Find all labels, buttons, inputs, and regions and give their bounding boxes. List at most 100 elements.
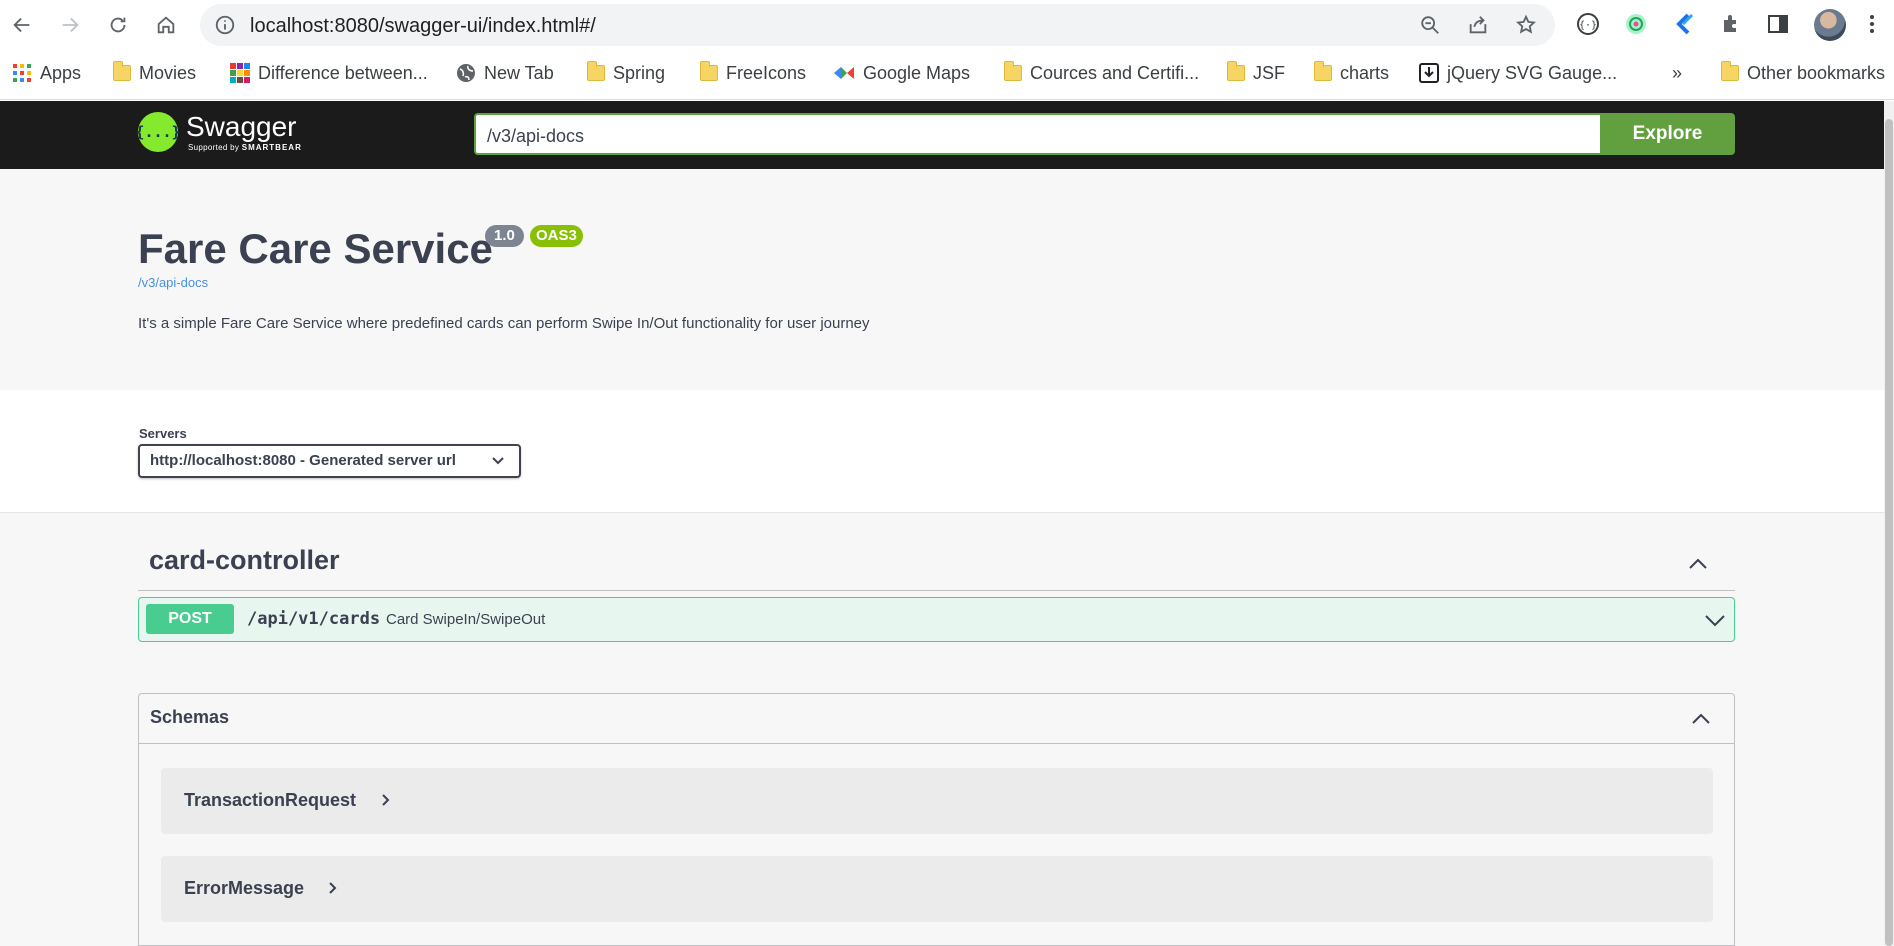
chevron-up-icon[interactable] xyxy=(1687,553,1709,575)
bookmarks-overflow-button[interactable]: » xyxy=(1672,60,1682,86)
bookmark-label: Cources and Certifi... xyxy=(1030,62,1200,83)
home-button[interactable] xyxy=(150,9,182,41)
folder-icon xyxy=(1004,61,1022,81)
folder-icon xyxy=(1314,61,1332,81)
chevron-up-icon[interactable] xyxy=(1690,708,1712,730)
bookmark-label: Google Maps xyxy=(863,62,971,83)
star-icon[interactable] xyxy=(1515,14,1537,36)
folder-icon xyxy=(700,61,718,81)
model-error-message[interactable]: ErrorMessage xyxy=(161,856,1713,922)
schemas-header[interactable]: Schemas xyxy=(139,694,1734,744)
bookmark-label: Apps xyxy=(40,62,82,83)
operation-path: /api/v1/cards xyxy=(247,609,381,629)
bookmark-difference[interactable]: Difference between... xyxy=(230,60,428,86)
folder-icon xyxy=(113,61,131,81)
chevron-down-icon xyxy=(492,457,504,465)
api-description: It's a simple Fare Care Service where pr… xyxy=(138,315,870,332)
bookmark-jquery-gauge[interactable]: jQuery SVG Gauge... xyxy=(1419,60,1617,86)
side-panel-icon[interactable] xyxy=(1764,10,1792,38)
spec-link[interactable]: /v3/api-docs xyxy=(138,275,208,290)
method-badge: POST xyxy=(146,604,234,634)
back-button[interactable] xyxy=(6,9,38,41)
logo-sub: Supported by SMARTBEAR xyxy=(188,143,302,152)
bookmark-movies[interactable]: Movies xyxy=(113,60,196,86)
chevron-right-icon xyxy=(382,794,390,806)
browser-chrome: localhost:8080/swagger-ui/index.html#/ {… xyxy=(0,0,1894,100)
bookmark-jsf[interactable]: JSF xyxy=(1227,60,1285,86)
bookmark-label: Spring xyxy=(613,62,666,83)
bookmark-apps[interactable]: Apps xyxy=(12,60,81,86)
info-section xyxy=(0,169,1884,390)
extension-k-icon[interactable] xyxy=(1670,10,1698,38)
apps-grid-icon xyxy=(13,64,31,82)
page-title: Fare Care Service xyxy=(138,225,493,272)
schemas-section: Schemas TransactionRequest ErrorMessage xyxy=(138,693,1735,946)
model-name: TransactionRequest xyxy=(184,790,357,810)
servers-select[interactable]: http://localhost:8080 - Generated server… xyxy=(138,444,521,478)
folder-icon xyxy=(1227,61,1245,81)
swagger-logo-icon: {...} xyxy=(135,112,181,152)
schemas-title: Schemas xyxy=(150,707,230,727)
info-icon[interactable] xyxy=(214,14,236,36)
bookmark-label: Difference between... xyxy=(258,62,428,83)
svg-text:{·}: {·} xyxy=(1579,20,1597,31)
bookmark-google-maps[interactable]: Google Maps xyxy=(833,60,970,86)
address-bar[interactable]: localhost:8080/swagger-ui/index.html#/ xyxy=(200,4,1555,46)
extension-braces-icon[interactable]: {·} xyxy=(1574,10,1602,38)
browser-toolbar: localhost:8080/swagger-ui/index.html#/ {… xyxy=(0,0,1894,50)
menu-kebab-icon[interactable] xyxy=(1858,10,1886,38)
chevron-double-right-icon: » xyxy=(1672,62,1683,83)
swagger-logo[interactable]: {...} Swagger Supported by SMARTBEAR xyxy=(135,110,302,152)
logo-word: Swagger xyxy=(186,110,297,142)
bookmark-spring[interactable]: Spring xyxy=(587,60,665,86)
url-text: localhost:8080/swagger-ui/index.html#/ xyxy=(250,15,596,37)
operation-post-cards[interactable]: POST /api/v1/cards Card SwipeIn/SwipeOut xyxy=(138,597,1735,642)
bookmark-cources[interactable]: Cources and Certifi... xyxy=(1004,60,1199,86)
bookmark-label: Movies xyxy=(139,62,197,83)
logo-sub-prefix: Supported by xyxy=(188,142,240,152)
reload-button[interactable] xyxy=(102,9,134,41)
folder-icon xyxy=(587,61,605,81)
arrow-left-icon xyxy=(13,17,30,33)
oas-badge: OAS3 xyxy=(530,225,583,247)
model-transaction-request[interactable]: TransactionRequest xyxy=(161,768,1713,834)
servers-label: Servers xyxy=(139,426,187,441)
tag-name: card-controller xyxy=(149,545,340,575)
bookmark-new-tab[interactable]: New Tab xyxy=(456,60,554,86)
zoom-icon[interactable] xyxy=(1419,14,1441,36)
bookmark-freeicons[interactable]: FreeIcons xyxy=(700,60,806,86)
bookmark-charts[interactable]: charts xyxy=(1314,60,1389,86)
chevron-down-icon[interactable] xyxy=(1704,609,1726,631)
bookmark-label: Other bookmarks xyxy=(1747,62,1886,83)
tag-header-card-controller[interactable]: card-controller xyxy=(138,541,1735,591)
other-bookmarks[interactable]: Other bookmarks xyxy=(1721,60,1885,86)
folder-icon xyxy=(1721,61,1739,81)
bookmark-label: New Tab xyxy=(484,62,554,83)
reload-icon xyxy=(110,17,126,33)
bookmark-label: jQuery SVG Gauge... xyxy=(1447,62,1618,83)
explore-button[interactable]: Explore xyxy=(1600,113,1735,155)
bookmark-label: charts xyxy=(1340,62,1390,83)
scrollbar-thumb[interactable] xyxy=(1885,119,1893,946)
globe-icon xyxy=(457,64,475,82)
maps-icon xyxy=(834,67,854,79)
share-icon[interactable] xyxy=(1467,14,1489,36)
profile-avatar[interactable] xyxy=(1814,9,1846,41)
colorful-grid-icon xyxy=(230,63,250,83)
page-scrollbar[interactable] xyxy=(1884,101,1894,946)
forward-button[interactable] xyxy=(54,9,86,41)
version-badge: 1.0 xyxy=(485,225,524,247)
download-icon xyxy=(1419,63,1439,83)
extension-target-icon[interactable] xyxy=(1622,10,1650,38)
logo-sub-brand: SMARTBEAR xyxy=(241,142,302,152)
servers-selected-value: http://localhost:8080 - Generated server… xyxy=(150,452,456,469)
chevron-right-icon xyxy=(329,882,337,894)
arrow-right-icon xyxy=(62,17,79,33)
extensions-puzzle-icon[interactable] xyxy=(1718,10,1746,38)
logo-text: Swagger Supported by SMARTBEAR xyxy=(186,110,302,152)
bookmark-label: JSF xyxy=(1253,62,1286,83)
bookmarks-bar: Apps Movies Difference between... New Ta… xyxy=(0,52,1894,92)
spec-url-input[interactable]: /v3/api-docs xyxy=(474,113,1601,155)
operation-summary: Card SwipeIn/SwipeOut xyxy=(386,611,546,628)
home-icon xyxy=(157,16,175,34)
